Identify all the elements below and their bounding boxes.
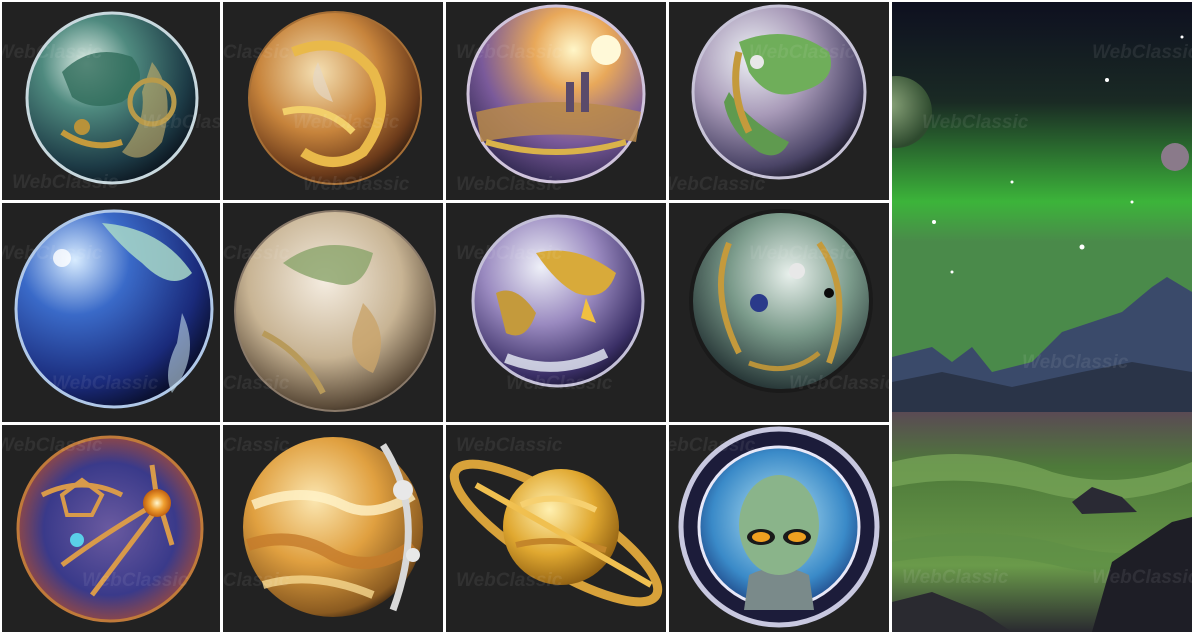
tile-planet-amber-swirl[interactable]: WebClassicWebClassicWebClassic (223, 2, 443, 200)
tile-planet-mech-green[interactable]: WebClassicWebClassic (669, 203, 889, 422)
planet-icon (689, 209, 873, 393)
tile-planet-teal-gears[interactable]: WebClassicWebClassicWebClassic (2, 2, 220, 200)
planet-icon (16, 435, 204, 623)
tile-planet-blue-ocean[interactable]: WebClassicWebClassic (2, 203, 220, 422)
alien-landscape-scene[interactable]: WebClassicWebClassicWebClassicWebClassic… (892, 2, 1192, 632)
tile-planet-cracked-orb[interactable]: WebClassicWebClassic (2, 425, 220, 632)
planet-gallery-grid: WebClassicWebClassicWebClassic WebClassi… (2, 2, 889, 632)
planet-icon (14, 209, 214, 409)
tile-planet-sunset-city[interactable]: WebClassicWebClassic (446, 2, 666, 200)
ringed-planet-icon (449, 459, 663, 607)
planet-icon (234, 210, 436, 412)
tile-planet-ringed[interactable]: WebClassic WebClassic (446, 425, 666, 632)
bottom-border (0, 632, 1196, 637)
planet-icon (471, 214, 645, 388)
tile-alien-emblem[interactable]: WebClassic (669, 425, 889, 632)
planet-icon (25, 11, 199, 185)
planet-icon (248, 11, 422, 185)
alien-badge-icon (678, 426, 880, 628)
tile-planet-gas-giant[interactable]: WebClassicWebClassic (223, 425, 443, 632)
tile-planet-pastel-earth[interactable]: WebClassicWebClassic (223, 203, 443, 422)
landscape-illustration (892, 2, 1192, 632)
tile-planet-green-continents[interactable]: WebClassicWebClassic (669, 2, 889, 200)
planet-icon (691, 4, 867, 180)
planet-icon (466, 4, 646, 184)
tile-planet-purple-gold[interactable]: WebClassicWebClassic (446, 203, 666, 422)
planet-icon (243, 437, 423, 617)
